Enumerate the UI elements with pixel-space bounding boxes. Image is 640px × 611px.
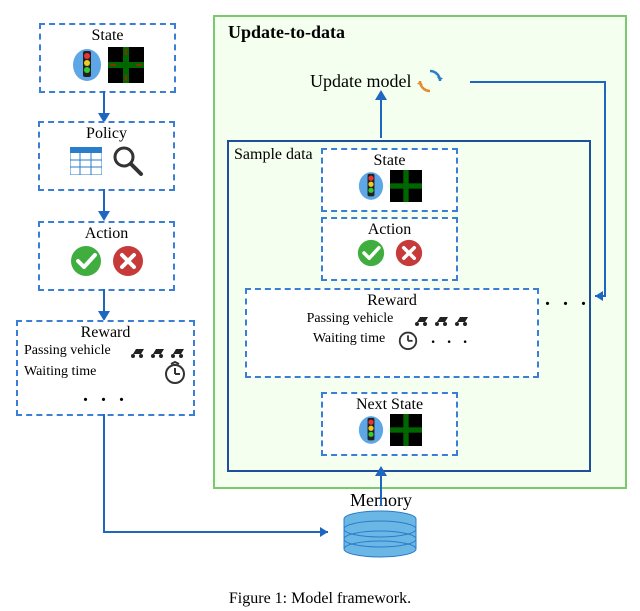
reward-ellipsis: . . . — [18, 384, 193, 407]
traffic-light-icon — [358, 171, 384, 201]
magnifier-icon — [112, 145, 144, 177]
intersection-icon — [108, 47, 144, 83]
arrow-sample-to-update — [380, 100, 382, 138]
reward-box: Reward Passing vehicle Waiting time . . … — [16, 320, 195, 416]
arrow-action-reward — [103, 289, 105, 311]
action-box: Action — [38, 221, 175, 291]
state-label: State — [41, 27, 174, 45]
inner-next-state-label: Next State — [323, 396, 456, 414]
inner-reward-ellipsis: . . . — [431, 330, 471, 348]
check-icon — [357, 239, 385, 267]
action-label: Action — [40, 225, 173, 243]
check-icon — [70, 245, 102, 277]
memory-icon — [340, 510, 420, 560]
traffic-light-icon — [358, 415, 384, 445]
cycle-icon — [417, 68, 443, 94]
inner-action-box: Action — [321, 217, 458, 281]
clock-icon — [397, 328, 419, 350]
clock-icon — [163, 360, 187, 384]
cars-icon — [127, 342, 187, 360]
update-to-data-title: Update-to-data — [228, 22, 345, 43]
policy-label: Policy — [40, 125, 173, 143]
inner-state-label: State — [323, 152, 456, 170]
intersection-icon — [390, 414, 422, 446]
update-model-label: Update model — [310, 71, 411, 92]
diagram-canvas: State Policy — [0, 0, 640, 611]
inner-reward-box: Reward Passing vehicle Waiting time . . … — [245, 288, 539, 378]
inner-action-label: Action — [323, 221, 456, 239]
figure-caption: Figure 1: Model framework. — [0, 590, 640, 608]
inner-reward-line2: Waiting time — [313, 331, 385, 347]
inner-state-box: State — [321, 148, 458, 212]
sample-data-label: Sample data — [234, 146, 313, 164]
state-box: State — [39, 23, 176, 93]
policy-box: Policy — [38, 121, 175, 191]
reward-line1: Passing vehicle — [24, 343, 111, 359]
intersection-icon — [390, 170, 422, 202]
reward-line2: Waiting time — [24, 364, 96, 380]
arrow-memory-to-sample — [380, 476, 382, 506]
inner-next-state-box: Next State — [321, 392, 458, 456]
arrow-policy-action — [103, 189, 105, 211]
cars-icon — [405, 310, 477, 328]
inner-reward-label: Reward — [247, 292, 537, 310]
x-icon — [395, 239, 423, 267]
inner-reward-line1: Passing vehicle — [307, 311, 394, 327]
reward-label: Reward — [18, 324, 193, 342]
arrow-state-policy — [103, 91, 105, 113]
inner-ellipsis: . . . — [545, 288, 590, 311]
x-icon — [112, 245, 144, 277]
table-icon — [70, 147, 102, 175]
traffic-light-icon — [72, 48, 102, 82]
